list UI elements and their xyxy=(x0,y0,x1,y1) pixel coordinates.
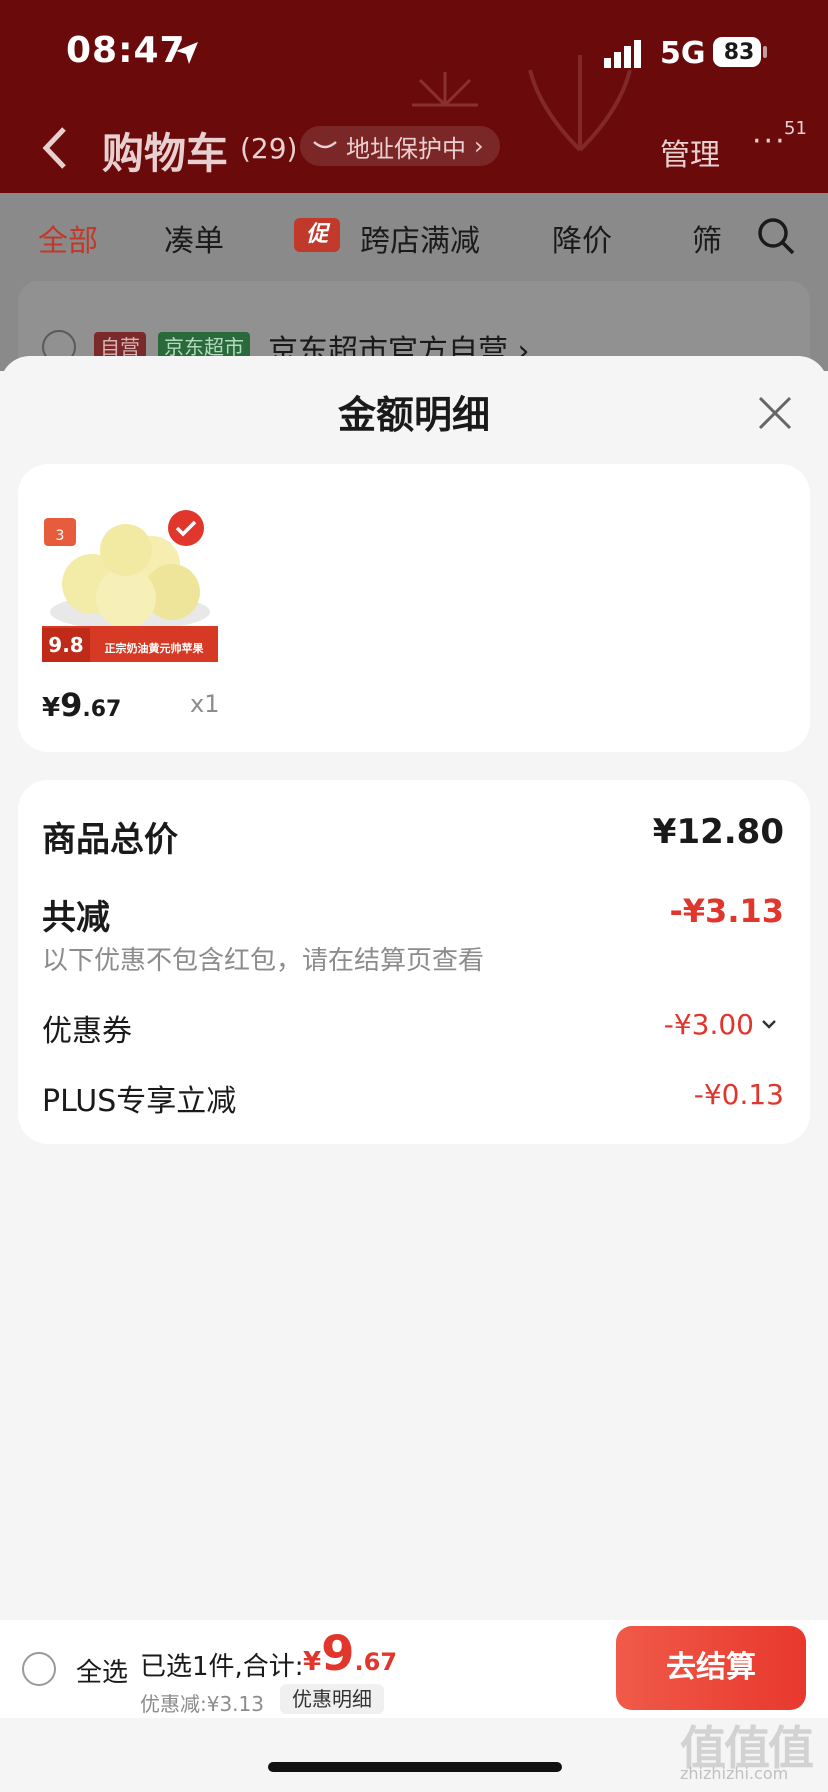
checkout-button[interactable]: 去结算 xyxy=(616,1626,806,1710)
plus-discount-label: PLUS专享立减 xyxy=(42,1084,237,1119)
chevron-right-icon: › xyxy=(474,132,484,160)
status-time: 08:47 xyxy=(66,30,186,71)
promo-tag: 促 xyxy=(294,218,340,252)
address-protection-pill[interactable]: 地址保护中 › xyxy=(300,126,500,166)
discount-detail-button[interactable]: 优惠明细 xyxy=(280,1684,384,1714)
discount-value: -¥3.13 xyxy=(669,892,785,930)
coupon-label: 优惠券 xyxy=(42,1014,132,1049)
sheet-title: 金额明细 xyxy=(337,393,490,437)
tab-cross-store-discount[interactable]: 跨店满减 xyxy=(360,216,480,260)
location-arrow-icon xyxy=(176,42,198,64)
close-icon[interactable] xyxy=(750,388,800,438)
total-integer: 9 xyxy=(321,1626,355,1682)
tab-bundle[interactable]: 凑单 xyxy=(164,216,224,260)
selected-check-icon[interactable] xyxy=(168,510,204,546)
plus-discount-value: -¥0.13 xyxy=(693,1078,784,1111)
product-quantity: x1 xyxy=(190,690,220,718)
watermark-url: zhizhizhi.com xyxy=(680,1764,789,1783)
firework-decoration-icon xyxy=(528,55,632,152)
coupon-value[interactable]: -¥3.00 xyxy=(664,1008,754,1041)
selected-count-text: 已选1件,合计: xyxy=(140,1652,304,1682)
total-price-value: ¥12.80 xyxy=(652,812,784,852)
eye-closed-icon xyxy=(313,141,337,149)
chevron-down-icon[interactable] xyxy=(760,1018,778,1030)
discount-label: 共减 xyxy=(42,898,110,938)
network-type: 5G xyxy=(660,36,706,71)
price-decimal: .67 xyxy=(82,697,122,722)
more-menu-button[interactable]: ··· xyxy=(752,124,787,159)
checkout-total: ¥9.67 xyxy=(303,1626,397,1682)
svg-text:3: 3 xyxy=(56,528,65,544)
price-integer: 9 xyxy=(60,686,83,724)
select-all-label[interactable]: 全选 xyxy=(76,1652,128,1689)
svg-text:正宗奶油黄元帅苹果: 正宗奶油黄元帅苹果 xyxy=(105,641,204,655)
discount-note: 以下优惠不包含红包，请在结算页查看 xyxy=(42,946,485,976)
address-protection-label: 地址保护中 xyxy=(346,134,466,163)
battery-level: 83 xyxy=(723,40,755,65)
search-icon[interactable] xyxy=(756,216,796,256)
tab-price-drop[interactable]: 降价 xyxy=(552,216,612,260)
cart-count: (29) xyxy=(240,132,298,165)
product-price: ¥9.67 xyxy=(42,686,121,724)
tab-all[interactable]: 全部 xyxy=(38,216,98,260)
tab-filter[interactable]: 筛 xyxy=(692,216,722,260)
total-price-label: 商品总价 xyxy=(42,820,178,860)
select-all-radio[interactable] xyxy=(22,1652,56,1686)
svg-text:9.8: 9.8 xyxy=(48,633,83,657)
price-currency: ¥ xyxy=(42,693,61,723)
manage-button[interactable]: 管理 xyxy=(660,130,720,174)
page-title: 购物车 xyxy=(102,129,229,178)
total-decimal: .67 xyxy=(354,1648,398,1676)
total-currency: ¥ xyxy=(303,1647,322,1677)
discount-summary: 优惠减:¥3.13 xyxy=(140,1692,264,1716)
home-indicator xyxy=(268,1762,562,1772)
message-count-badge: 51 xyxy=(784,118,807,139)
back-chevron-icon[interactable] xyxy=(40,125,70,171)
